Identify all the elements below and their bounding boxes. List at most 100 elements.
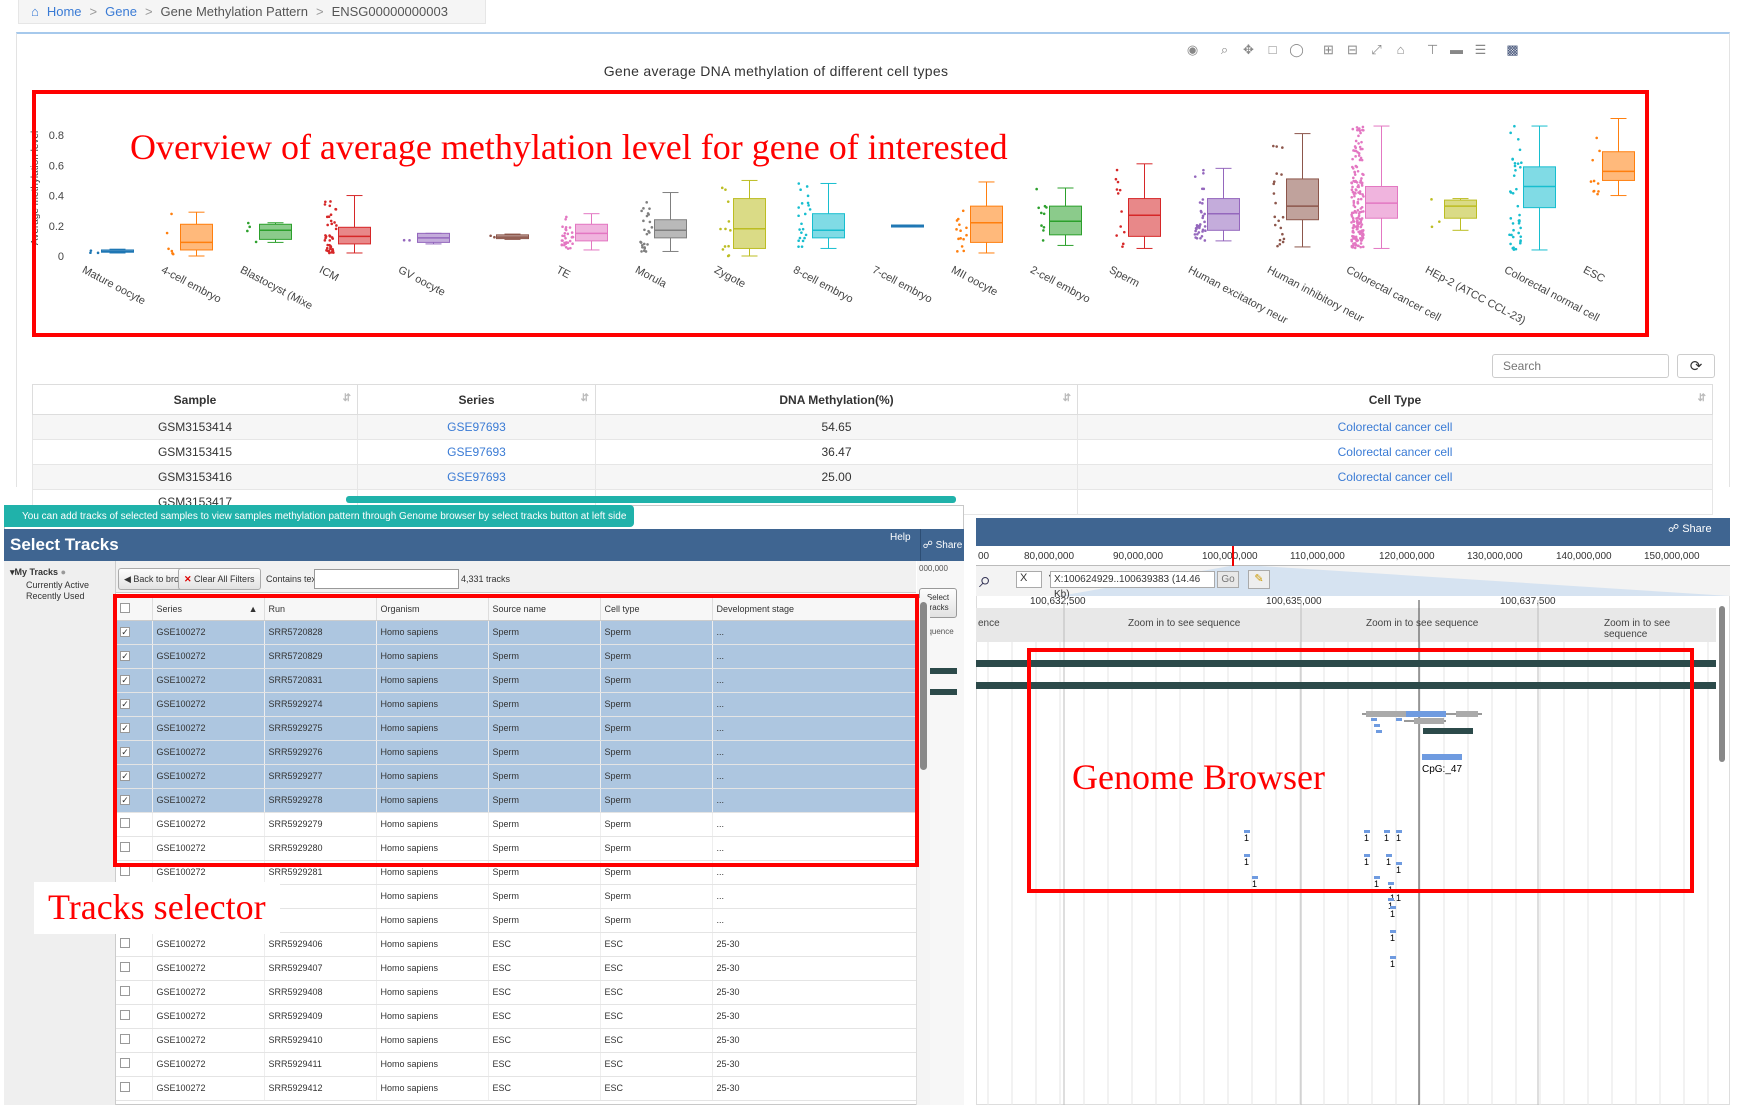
- zoom-magnifier-icon[interactable]: ⌕: [979, 567, 991, 593]
- column-dna-methylation[interactable]: DNA Methylation(%) ⇵: [595, 384, 1078, 415]
- highlight-icon[interactable]: ✎: [1248, 570, 1270, 589]
- series-cell[interactable]: GSE97693: [357, 439, 596, 465]
- my-tracks-label[interactable]: My Tracks: [15, 567, 59, 577]
- cell-type-cell[interactable]: Colorectal cancer cell: [1077, 464, 1713, 490]
- column-series[interactable]: Series ⇵: [357, 384, 596, 415]
- sort-icon[interactable]: ⇵: [581, 393, 589, 404]
- run-cell: SRR5929410: [264, 1028, 377, 1053]
- series-cell[interactable]: GSE97693: [357, 464, 596, 490]
- share-button[interactable]: ☍ Share: [920, 529, 964, 561]
- zoom-out-icon[interactable]: ⊟: [1344, 42, 1361, 58]
- autoscale-icon[interactable]: ⤢: [1368, 42, 1385, 58]
- track-row[interactable]: GSE100272 SRR5929411 Homo sapiens ESC ESC 25-…: [116, 1052, 917, 1077]
- run-cell: SRR5929406: [264, 932, 377, 957]
- development-stage-cell: 25-30: [712, 1076, 917, 1101]
- currently-active-item[interactable]: Currently Active: [4, 580, 115, 591]
- source-name-cell: ESC: [488, 1076, 601, 1101]
- breadcrumb-gene[interactable]: Gene: [105, 4, 137, 19]
- marker-count: 1: [1390, 933, 1395, 943]
- chart-toolbar: ◉ ⌕ ✥ □ ◯ ⊞ ⊟ ⤢ ⌂ ⊤ ▬ ☰ ▩: [1184, 42, 1521, 58]
- plotly-logo[interactable]: ▩: [1504, 42, 1521, 58]
- methylation-cell: 25.00: [595, 464, 1078, 490]
- spike-icon[interactable]: ⊤: [1424, 42, 1441, 58]
- track-checkbox[interactable]: [116, 932, 153, 957]
- cell-type-cell: ESC: [600, 1076, 713, 1101]
- cell-type-cell[interactable]: Colorectal cancer cell: [1077, 414, 1713, 440]
- run-cell: SRR5929411: [264, 1052, 377, 1077]
- track-checkbox[interactable]: [116, 1004, 153, 1029]
- track-checkbox[interactable]: [116, 980, 153, 1005]
- development-stage-cell: ...: [712, 884, 917, 909]
- track-row[interactable]: GSE100272 SRR5929407 Homo sapiens ESC ESC 25-…: [116, 956, 917, 981]
- go-button[interactable]: Go: [1217, 571, 1239, 588]
- lasso-icon[interactable]: ◯: [1288, 42, 1305, 58]
- sort-icon[interactable]: ⇵: [1063, 393, 1071, 404]
- overview-tick: 80,000,000: [1024, 551, 1075, 562]
- genome-share-button[interactable]: ☍ Share: [1668, 522, 1712, 535]
- track-row[interactable]: GSE100272 SRR5929409 Homo sapiens ESC ESC 25-…: [116, 1004, 917, 1029]
- overview-tick: 130,000,000: [1467, 551, 1523, 562]
- source-name-cell: ESC: [488, 932, 601, 957]
- run-cell: [264, 908, 377, 933]
- cell-type-cell: ESC: [600, 1028, 713, 1053]
- sort-icon[interactable]: ⇵: [1698, 393, 1706, 404]
- sort-icon[interactable]: ⇵: [343, 393, 351, 404]
- compare-icon[interactable]: ▬: [1448, 42, 1465, 58]
- cell-type-cell: ESC: [600, 980, 713, 1005]
- source-name-cell: Sperm: [488, 884, 601, 909]
- zoom-icon[interactable]: ⌕: [1216, 42, 1233, 58]
- genome-scrollbar[interactable]: [1716, 604, 1728, 764]
- search-input[interactable]: [1492, 354, 1669, 378]
- organism-cell: Homo sapiens: [376, 908, 489, 933]
- series-cell: GSE100272: [152, 956, 265, 981]
- track-row[interactable]: GSE100272 SRR5929406 Homo sapiens ESC ESC 25-…: [116, 932, 917, 957]
- run-cell: SRR5929407: [264, 956, 377, 981]
- tracks-toolbar: ◀ Back to browser ✕ Clear All Filters Co…: [116, 561, 916, 593]
- source-name-cell: ESC: [488, 980, 601, 1005]
- track-checkbox[interactable]: [116, 1028, 153, 1053]
- hint-banner: You can add tracks of selected samples t…: [4, 505, 635, 527]
- strip-coordinate: 000,000: [919, 564, 948, 573]
- box-select-icon[interactable]: □: [1264, 42, 1281, 58]
- run-cell: SRR5929409: [264, 1004, 377, 1029]
- column-cell-type[interactable]: Cell Type ⇵: [1077, 384, 1713, 415]
- source-name-cell: ESC: [488, 1004, 601, 1029]
- chromosome-select[interactable]: X▼: [1016, 571, 1056, 588]
- run-cell: SRR5929408: [264, 980, 377, 1005]
- track-checkbox[interactable]: [116, 1076, 153, 1101]
- home-icon[interactable]: ⌂: [31, 4, 39, 19]
- share-icon: ☍: [922, 539, 936, 551]
- contains-text-input[interactable]: [314, 569, 459, 589]
- overview-ruler[interactable]: 00 80,000,000 90,000,000 100,000,000 110…: [976, 546, 1730, 566]
- cell-type-cell[interactable]: Colorectal cancer cell: [1077, 439, 1713, 465]
- camera-icon[interactable]: ◉: [1184, 42, 1201, 58]
- track-row[interactable]: GSE100272 SRR5929410 Homo sapiens ESC ESC 25-…: [116, 1028, 917, 1053]
- teal-divider: [346, 496, 956, 503]
- series-cell[interactable]: GSE97693: [357, 414, 596, 440]
- track-row[interactable]: GSE100272 SRR5929408 Homo sapiens ESC ESC 25-…: [116, 980, 917, 1005]
- marker-count: 1: [1390, 959, 1395, 969]
- series-cell: GSE100272: [152, 980, 265, 1005]
- column-sample[interactable]: Sample ⇵: [32, 384, 358, 415]
- cell-type-cell: ESC: [600, 956, 713, 981]
- track-row[interactable]: GSE100272 SRR5929412 Homo sapiens ESC ESC 25-…: [116, 1076, 917, 1101]
- track-checkbox[interactable]: [116, 956, 153, 981]
- methylation-cell: 36.47: [595, 439, 1078, 465]
- cell-type-cell[interactable]: [1077, 489, 1713, 515]
- clear-filters-button[interactable]: ✕ Clear All Filters: [178, 568, 261, 590]
- series-cell: GSE100272: [152, 1076, 265, 1101]
- series-cell: GSE100272: [152, 1004, 265, 1029]
- zoom-in-icon[interactable]: ⊞: [1320, 42, 1337, 58]
- breadcrumb-home[interactable]: Home: [47, 4, 82, 19]
- reset-icon[interactable]: ⌂: [1392, 42, 1409, 58]
- organism-cell: Homo sapiens: [376, 884, 489, 909]
- pan-icon[interactable]: ✥: [1240, 42, 1257, 58]
- locus-input[interactable]: X:100624929..100639383 (14.46 Kb): [1050, 571, 1215, 600]
- run-cell: SRR5929412: [264, 1076, 377, 1101]
- genome-annotation: Genome Browser: [1072, 757, 1325, 797]
- help-link[interactable]: Help: [890, 532, 911, 543]
- refresh-button[interactable]: ⟳: [1677, 354, 1715, 378]
- hover-icon[interactable]: ☰: [1472, 42, 1489, 58]
- recently-used-item[interactable]: Recently Used: [4, 591, 115, 602]
- track-checkbox[interactable]: [116, 1052, 153, 1077]
